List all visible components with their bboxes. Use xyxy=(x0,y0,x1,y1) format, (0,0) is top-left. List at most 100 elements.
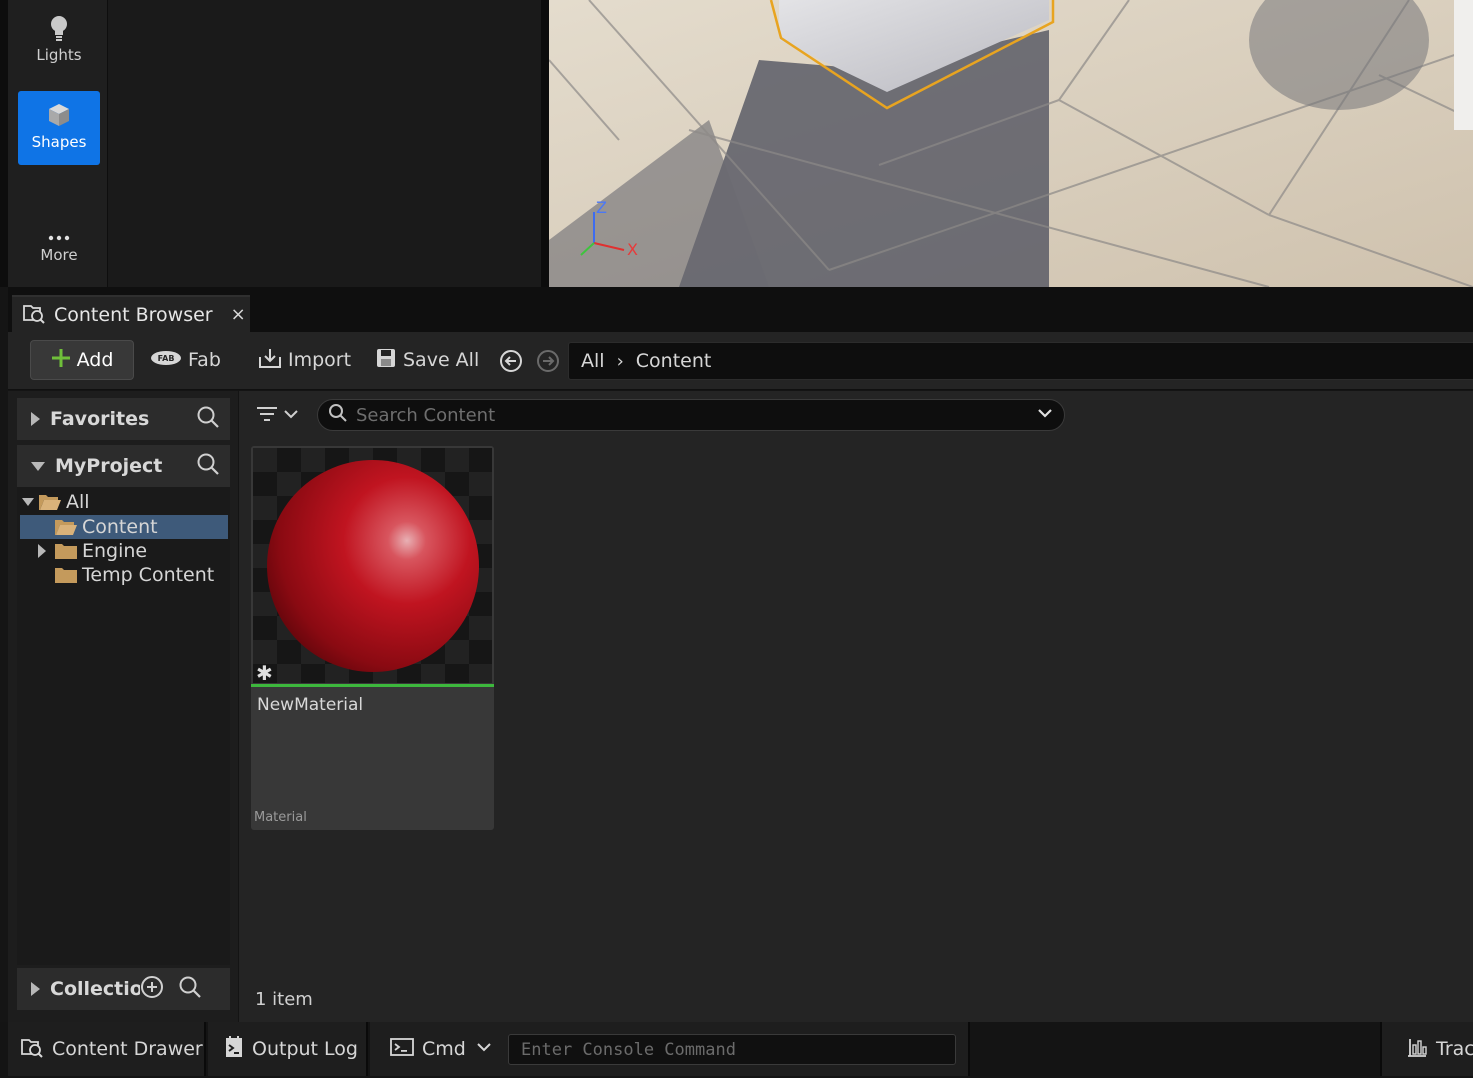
search-icon xyxy=(328,403,348,427)
cube-icon xyxy=(18,101,100,131)
save-icon xyxy=(375,347,403,374)
favorites-header[interactable]: Favorites xyxy=(17,398,230,440)
import-label: Import xyxy=(288,349,352,371)
category-more[interactable]: More xyxy=(18,204,100,278)
content-browser-icon xyxy=(22,302,46,328)
search-input[interactable] xyxy=(356,404,1036,426)
import-icon xyxy=(258,347,288,374)
asset-type-color-bar xyxy=(251,684,494,687)
item-count: 1 item xyxy=(255,989,313,1010)
tab-title: Content Browser xyxy=(54,303,213,326)
expand-arrow-icon[interactable] xyxy=(38,544,46,558)
level-viewport[interactable]: Z X xyxy=(549,0,1473,287)
terminal-icon xyxy=(390,1037,422,1062)
expand-arrow-icon[interactable] xyxy=(31,412,40,426)
tab-content-browser[interactable]: Content Browser × xyxy=(12,295,250,332)
search-box xyxy=(317,399,1065,431)
category-label: Shapes xyxy=(31,133,87,151)
asset-view: ✱ NewMaterial Material 1 item xyxy=(239,391,1473,1022)
asset-type: Material xyxy=(254,810,307,825)
fab-button[interactable]: FAB Fab xyxy=(150,340,221,380)
save-all-label: Save All xyxy=(403,349,480,371)
asset-name: NewMaterial xyxy=(257,695,364,715)
editor-top-area: Lights Shapes More Z X xyxy=(0,0,1473,287)
breadcrumb-all[interactable]: All xyxy=(581,350,605,372)
category-lights[interactable]: Lights xyxy=(18,4,100,78)
expand-arrow-icon[interactable] xyxy=(31,982,40,996)
forward-arrow-icon[interactable] xyxy=(536,349,560,377)
project-label: MyProject xyxy=(55,455,163,477)
category-label: More xyxy=(40,246,78,264)
content-browser-toolbar: Add FAB Fab Import Save All All › Conten… xyxy=(8,332,1473,390)
fab-icon: FAB xyxy=(150,349,188,372)
trace-label: Trace xyxy=(1436,1038,1473,1060)
breadcrumb-content[interactable]: Content xyxy=(636,350,712,372)
favorites-label: Favorites xyxy=(50,408,150,430)
material-thumbnail: ✱ xyxy=(253,448,492,683)
tree-label: Engine xyxy=(82,540,148,562)
trace-button[interactable]: Trace xyxy=(1380,1022,1473,1076)
content-drawer-button[interactable]: Content Drawer xyxy=(8,1022,206,1076)
content-drawer-label: Content Drawer xyxy=(52,1038,203,1060)
close-tab-icon[interactable]: × xyxy=(231,304,246,325)
folder-icon xyxy=(55,568,77,583)
tree-label: Content xyxy=(82,516,158,538)
asset-tile[interactable]: ✱ NewMaterial Material xyxy=(251,446,494,830)
content-browser-icon xyxy=(20,1036,52,1063)
tab-bar: Content Browser × xyxy=(8,287,1473,332)
collections-label: Collection xyxy=(50,978,140,1000)
ellipsis-icon xyxy=(18,214,100,244)
category-label: Lights xyxy=(36,46,82,64)
save-all-button[interactable]: Save All xyxy=(375,340,479,380)
import-button[interactable]: Import xyxy=(258,340,351,380)
breadcrumb: All › Content xyxy=(568,342,1473,380)
breadcrumb-separator-icon[interactable]: › xyxy=(617,351,624,372)
category-shapes[interactable]: Shapes xyxy=(18,91,100,165)
open-folder-icon xyxy=(39,495,61,510)
open-folder-icon xyxy=(55,520,77,535)
output-log-button[interactable]: Output Log xyxy=(208,1022,368,1076)
add-label: Add xyxy=(76,349,114,371)
cmd-label: Cmd xyxy=(422,1038,466,1060)
axis-x-label: X xyxy=(627,240,638,259)
left-edge-strip xyxy=(0,0,8,287)
axis-z-label: Z xyxy=(596,198,607,217)
status-bar: Content Drawer Output Log Cmd Trace xyxy=(0,1022,1473,1078)
search-icon[interactable] xyxy=(196,405,220,433)
plus-icon xyxy=(51,348,77,373)
sources-panel: Favorites MyProject All Content Engine T… xyxy=(8,391,238,1022)
place-actors-categories: Lights Shapes More xyxy=(8,0,108,287)
search-icon[interactable] xyxy=(178,975,202,1003)
viewport-scene xyxy=(549,0,1473,287)
cmd-dropdown[interactable]: Cmd xyxy=(422,1038,500,1060)
collapse-arrow-icon[interactable] xyxy=(31,461,45,471)
output-log-icon xyxy=(224,1035,252,1064)
collections-header[interactable]: Collection xyxy=(17,968,230,1010)
folder-icon xyxy=(55,544,77,559)
tree-item-engine[interactable]: Engine xyxy=(20,539,228,563)
svg-text:FAB: FAB xyxy=(158,354,175,363)
tree-item-temp-content[interactable]: Temp Content xyxy=(20,563,228,587)
output-log-label: Output Log xyxy=(252,1038,358,1060)
lightbulb-icon xyxy=(18,14,100,44)
search-icon[interactable] xyxy=(196,452,220,480)
viewport-splitter[interactable] xyxy=(541,0,549,287)
fab-label: Fab xyxy=(188,349,221,371)
back-arrow-icon[interactable] xyxy=(499,349,523,377)
place-actors-list xyxy=(109,0,541,287)
modified-asterisk-icon: ✱ xyxy=(256,661,273,683)
folder-tree: All Content Engine Temp Content xyxy=(17,487,230,965)
chevron-down-icon xyxy=(476,1038,500,1060)
content-browser-panel: Content Browser × Add FAB Fab Import Sav… xyxy=(8,287,1473,1022)
tree-item-content[interactable]: Content xyxy=(20,515,228,539)
console-command-input[interactable] xyxy=(508,1034,956,1065)
add-collection-icon[interactable] xyxy=(140,975,164,1003)
filter-icon[interactable] xyxy=(255,403,303,431)
tree-item-all[interactable]: All xyxy=(20,490,228,514)
trace-icon xyxy=(1406,1036,1436,1063)
add-button[interactable]: Add xyxy=(30,340,134,380)
console-command-area: Cmd xyxy=(370,1022,970,1076)
collapse-arrow-icon[interactable] xyxy=(22,498,34,506)
project-header[interactable]: MyProject xyxy=(17,445,230,487)
chevron-down-icon[interactable] xyxy=(1036,404,1054,426)
